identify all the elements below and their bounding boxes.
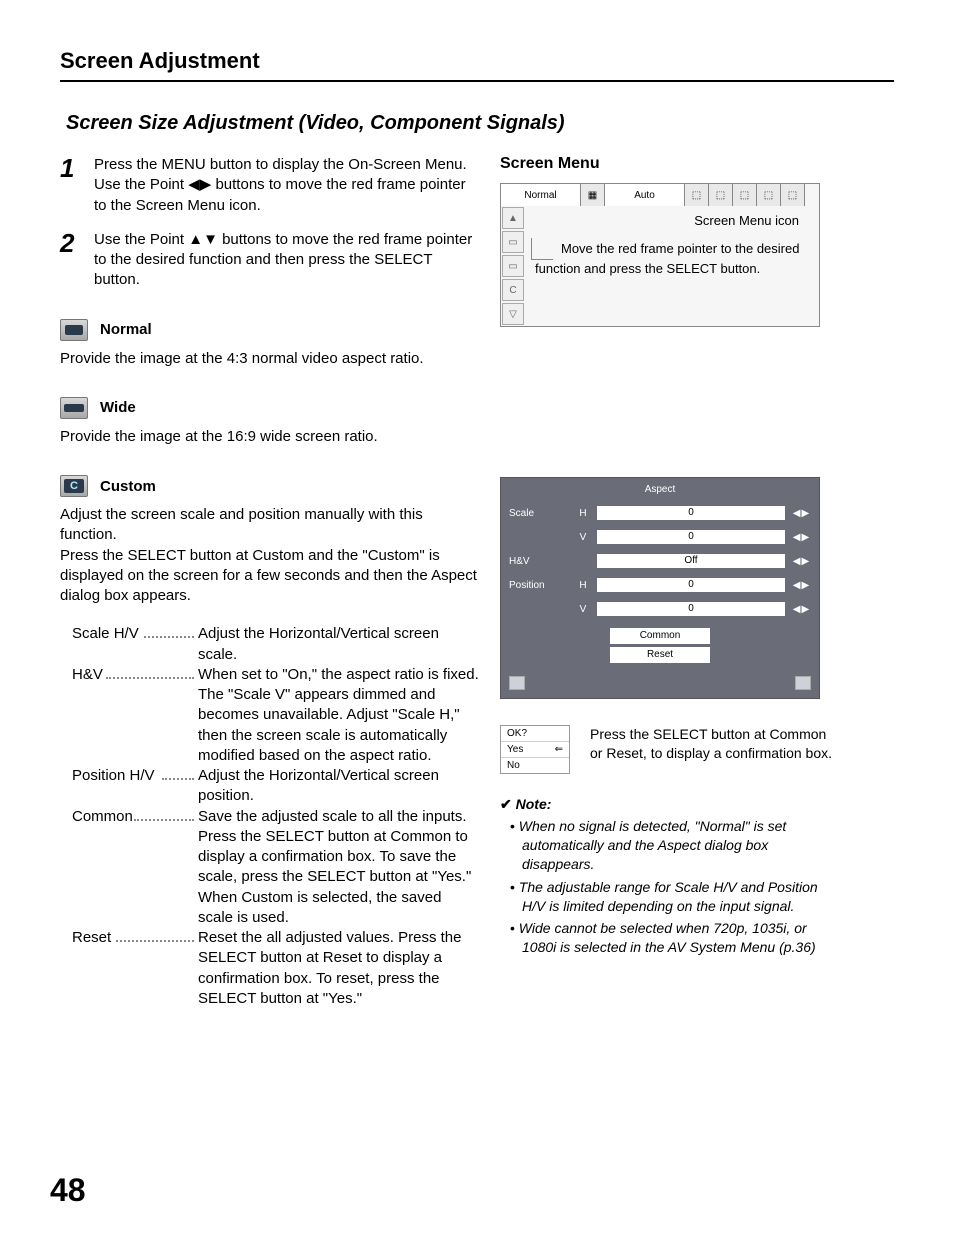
def-label: Position H/V xyxy=(72,767,155,784)
aspect-reset-button[interactable]: Reset xyxy=(610,647,710,663)
mode-desc: Provide the image at the 16:9 wide scree… xyxy=(60,427,480,447)
arrow-down-icon: ▽ xyxy=(502,303,524,325)
stepper-icon[interactable]: ◀▶ xyxy=(791,556,811,567)
def-position-hv: Position H/V Adjust the Horizontal/Verti… xyxy=(72,766,480,807)
mode-custom: Custom Adjust the screen scale and posit… xyxy=(60,475,480,606)
aspect-common-button[interactable]: Common xyxy=(610,628,710,644)
def-scale-hv: Scale H/V Adjust the Horizontal/Vertical… xyxy=(72,624,480,665)
aspect-h-label: H xyxy=(569,580,597,591)
menu-icon: ⬚ xyxy=(757,184,781,206)
mode-title: Normal xyxy=(100,321,152,338)
quit-icon[interactable] xyxy=(509,676,525,690)
aspect-scale-v-field[interactable]: 0 xyxy=(597,530,785,544)
aspect-title: Aspect xyxy=(501,478,819,501)
screen-menu-icon-label: Screen Menu icon xyxy=(535,212,809,230)
menu-top-auto: Auto xyxy=(605,184,685,206)
mode-desc: Provide the image at the 4:3 normal vide… xyxy=(60,349,480,369)
aspect-position-label: Position xyxy=(509,580,569,591)
mode-title: Custom xyxy=(100,478,156,495)
arrow-up-icon: ▲ xyxy=(502,207,524,229)
def-text: When set to "On," the aspect ratio is fi… xyxy=(198,665,480,766)
def-text: Adjust the Horizontal/Vertical screen po… xyxy=(198,766,480,807)
normal-icon xyxy=(60,319,88,341)
def-label: Common xyxy=(72,808,133,825)
menu-icon: ⬚ xyxy=(709,184,733,206)
screen-menu-mock: Normal ▦ Auto ⬚ ⬚ ⬚ ⬚ ⬚ ▲ ▭ ▭ C ▽ Screen… xyxy=(500,183,820,327)
step-number: 2 xyxy=(60,230,94,291)
page-number: 48 xyxy=(50,1172,86,1209)
aspect-position-h-field[interactable]: 0 xyxy=(597,578,785,592)
aspect-hv-field[interactable]: Off xyxy=(597,554,785,568)
mode-title: Wide xyxy=(100,399,136,416)
arrow-left-icon: ⇐ xyxy=(555,744,563,755)
step-number: 1 xyxy=(60,155,94,216)
stepper-icon[interactable]: ◀▶ xyxy=(791,532,811,543)
def-text: Reset the all adjusted values. Press the… xyxy=(198,928,480,1009)
back-icon[interactable] xyxy=(795,676,811,690)
def-label: H&V xyxy=(72,666,103,683)
note-item: The adjustable range for Scale H/V and P… xyxy=(510,878,840,916)
aspect-v-label: V xyxy=(569,604,597,615)
confirm-explanation: Press the SELECT button at Common or Res… xyxy=(590,725,840,763)
stepper-icon[interactable]: ◀▶ xyxy=(791,604,811,615)
def-label: Scale H/V xyxy=(72,625,139,642)
screen-menu-title: Screen Menu xyxy=(500,155,840,173)
leader-line xyxy=(531,238,553,260)
def-common: Common Save the adjusted scale to all th… xyxy=(72,807,480,929)
menu-top-normal: Normal xyxy=(501,184,581,206)
section-title: Screen Size Adjustment (Video, Component… xyxy=(66,112,894,135)
mode-normal: Normal Provide the image at the 4:3 norm… xyxy=(60,319,480,369)
page-header: Screen Adjustment xyxy=(60,48,894,82)
screen-icon: ▭ xyxy=(502,231,524,253)
step-text: Press the MENU button to display the On-… xyxy=(94,155,480,216)
note-item: Wide cannot be selected when 720p, 1035i… xyxy=(510,919,840,957)
pointer-instruction: Move the red frame pointer to the desire… xyxy=(535,241,799,276)
def-hv: H&V When set to "On," the aspect ratio i… xyxy=(72,665,480,766)
custom-icon xyxy=(60,475,88,497)
menu-top-icon: ▦ xyxy=(581,184,605,206)
note-heading: Note: xyxy=(500,796,551,812)
menu-icon: ⬚ xyxy=(733,184,757,206)
aspect-hv-label: H&V xyxy=(509,556,569,567)
step-1: 1 Press the MENU button to display the O… xyxy=(60,155,480,216)
def-text: Save the adjusted scale to all the input… xyxy=(198,807,480,929)
step-text: Use the Point ▲▼ buttons to move the red… xyxy=(94,230,480,291)
def-label: Reset xyxy=(72,929,111,946)
confirm-no-button[interactable]: No xyxy=(507,760,520,771)
aspect-dialog: Aspect Scale H 0 ◀▶ V 0 ◀▶ H&V Off ◀▶ Po… xyxy=(500,477,820,699)
screen-icon: ▭ xyxy=(502,255,524,277)
aspect-scale-label: Scale xyxy=(509,508,569,519)
custom-c-icon: C xyxy=(502,279,524,301)
stepper-icon[interactable]: ◀▶ xyxy=(791,580,811,591)
def-reset: Reset Reset the all adjusted values. Pre… xyxy=(72,928,480,1009)
wide-icon xyxy=(60,397,88,419)
confirm-ok-label: OK? xyxy=(507,728,527,739)
aspect-h-label: H xyxy=(569,508,597,519)
mode-desc: Adjust the screen scale and position man… xyxy=(60,505,480,606)
aspect-v-label: V xyxy=(569,532,597,543)
aspect-position-v-field[interactable]: 0 xyxy=(597,602,785,616)
aspect-scale-h-field[interactable]: 0 xyxy=(597,506,785,520)
stepper-icon[interactable]: ◀▶ xyxy=(791,508,811,519)
step-2: 2 Use the Point ▲▼ buttons to move the r… xyxy=(60,230,480,291)
mode-wide: Wide Provide the image at the 16:9 wide … xyxy=(60,397,480,447)
menu-icon: ⬚ xyxy=(781,184,805,206)
confirm-box: OK? Yes ⇐ No xyxy=(500,725,570,774)
confirm-yes-button[interactable]: Yes xyxy=(507,744,523,755)
menu-icon: ⬚ xyxy=(685,184,709,206)
note-item: When no signal is detected, "Normal" is … xyxy=(510,817,840,874)
def-text: Adjust the Horizontal/Vertical screen sc… xyxy=(198,624,480,665)
menu-side-buttons: ▲ ▭ ▭ C ▽ xyxy=(501,206,525,326)
note-list: When no signal is detected, "Normal" is … xyxy=(500,817,840,957)
